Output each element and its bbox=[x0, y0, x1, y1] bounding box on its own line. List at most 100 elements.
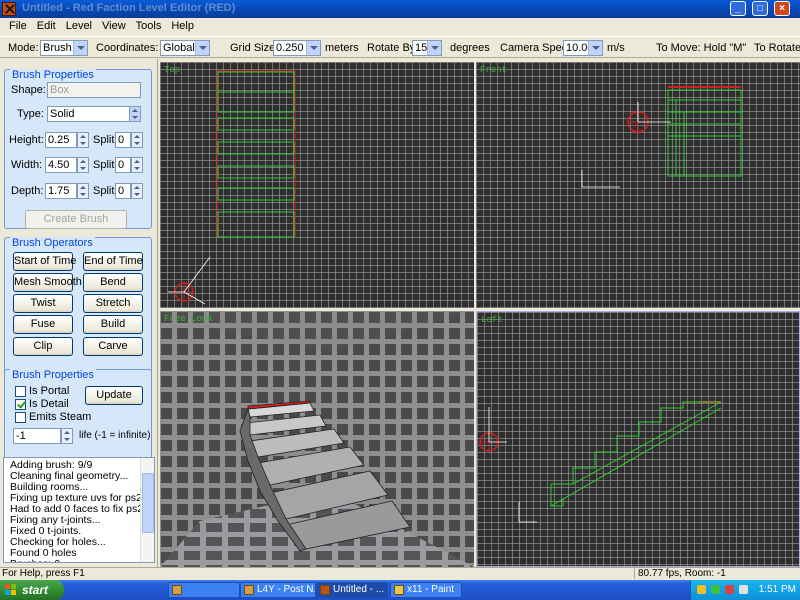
width-spinner[interactable] bbox=[77, 157, 89, 173]
tray-icon[interactable] bbox=[725, 585, 734, 594]
type-select[interactable]: Solid bbox=[47, 106, 141, 122]
height-label: Height: bbox=[9, 134, 44, 146]
maximize-button[interactable]: □ bbox=[752, 1, 768, 16]
is-detail-label: Is Detail bbox=[29, 398, 69, 410]
mode-value: Brush bbox=[43, 42, 72, 54]
camera-marker-icon bbox=[479, 407, 507, 452]
menu-view[interactable]: View bbox=[97, 18, 131, 36]
taskbar-item-editor[interactable]: Untitled - ... bbox=[316, 582, 388, 598]
mode-label: Mode: bbox=[8, 42, 39, 54]
mode-select[interactable]: Brush bbox=[40, 40, 88, 56]
chevron-down-icon[interactable] bbox=[73, 41, 87, 55]
chevron-down-icon[interactable] bbox=[129, 106, 141, 122]
build-log[interactable]: Adding brush: 9/9 Cleaning final geometry… bbox=[3, 457, 155, 563]
log-scrollbar[interactable] bbox=[140, 458, 154, 562]
life-spinner[interactable] bbox=[61, 428, 73, 444]
rotate-by-select[interactable]: 15 bbox=[412, 40, 442, 56]
camera-speed-select[interactable]: 10.00 bbox=[563, 40, 603, 56]
viewport-left[interactable]: Left bbox=[476, 311, 800, 567]
chevron-down-icon[interactable] bbox=[306, 41, 320, 55]
is-detail-checkbox[interactable] bbox=[15, 399, 26, 410]
coordinates-select[interactable]: Global bbox=[160, 40, 210, 56]
tray-icon[interactable] bbox=[739, 585, 748, 594]
top-view-geometry bbox=[168, 70, 296, 305]
app-icon bbox=[172, 585, 182, 595]
update-button[interactable]: Update bbox=[85, 386, 143, 405]
level-editor-window: Untitled - Red Faction Level Editor (RED… bbox=[0, 0, 800, 600]
app-logo-icon[interactable] bbox=[2, 2, 16, 16]
is-portal-label: Is Portal bbox=[29, 385, 70, 397]
split-depth-spinner[interactable] bbox=[131, 183, 143, 199]
split-height-input[interactable]: 0 bbox=[115, 132, 131, 148]
fuse-button[interactable]: Fuse bbox=[13, 315, 73, 334]
shape-select[interactable]: Box bbox=[47, 82, 141, 98]
camera-marker-icon bbox=[168, 256, 211, 305]
front-view-geometry bbox=[581, 86, 742, 188]
twist-button[interactable]: Twist bbox=[13, 294, 73, 313]
scrollbar-thumb[interactable] bbox=[142, 473, 154, 533]
system-tray: 1:51 PM bbox=[690, 580, 800, 600]
width-input[interactable]: 4.50 bbox=[45, 157, 77, 173]
start-label: start bbox=[22, 583, 49, 597]
emits-steam-label: Emits Steam bbox=[29, 411, 92, 423]
rotate-by-label: Rotate By: bbox=[367, 42, 419, 54]
bend-button[interactable]: Bend bbox=[83, 273, 143, 292]
start-of-time-button[interactable]: Start of Time bbox=[13, 252, 76, 271]
brush-properties-group: Brush Properties Shape: Box Type: Solid … bbox=[4, 69, 152, 229]
title-bar[interactable]: Untitled - Red Faction Level Editor (RED… bbox=[0, 0, 800, 18]
close-button[interactable]: × bbox=[774, 1, 790, 16]
stair-brushes bbox=[217, 71, 295, 238]
grid-size-select[interactable]: 0.250 bbox=[273, 40, 321, 56]
split-width-spinner[interactable] bbox=[131, 157, 143, 173]
free-look-render bbox=[160, 311, 474, 567]
viewport-front[interactable]: Front bbox=[476, 62, 800, 308]
status-fps: 80.77 fps, Room: -1 bbox=[634, 568, 800, 579]
menu-tools[interactable]: Tools bbox=[131, 18, 167, 36]
depth-label: Depth: bbox=[11, 185, 44, 197]
clip-button[interactable]: Clip bbox=[13, 337, 73, 356]
menu-file[interactable]: File bbox=[4, 18, 32, 36]
split-height-spinner[interactable] bbox=[131, 132, 143, 148]
create-brush-button[interactable]: Create Brush bbox=[25, 210, 127, 229]
chevron-down-icon[interactable] bbox=[588, 41, 602, 55]
chevron-down-icon[interactable] bbox=[427, 41, 441, 55]
brush-operators-title: Brush Operators bbox=[10, 237, 95, 249]
mesh-smooth-button[interactable]: Mesh Smooth bbox=[13, 273, 82, 292]
windows-logo-icon bbox=[5, 584, 17, 596]
carve-button[interactable]: Carve bbox=[83, 337, 143, 356]
viewport-free-look[interactable]: Free Look bbox=[160, 311, 474, 567]
viewport-free-look-label: Free Look bbox=[164, 314, 213, 324]
build-button[interactable]: Build bbox=[83, 315, 143, 334]
life-input[interactable]: -1 bbox=[13, 428, 61, 444]
menu-edit[interactable]: Edit bbox=[32, 18, 61, 36]
grid-size-unit: meters bbox=[325, 42, 359, 54]
split-width-input[interactable]: 0 bbox=[115, 157, 131, 173]
minimize-button[interactable]: _ bbox=[730, 1, 746, 16]
toolbar: Mode: Brush Coordinates: Global Grid Siz… bbox=[0, 36, 800, 58]
viewport-top[interactable]: Top bbox=[160, 62, 474, 308]
start-button[interactable]: start bbox=[0, 580, 64, 600]
is-portal-checkbox[interactable] bbox=[15, 386, 26, 397]
depth-spinner[interactable] bbox=[77, 183, 89, 199]
end-of-time-button[interactable]: End of Time bbox=[83, 252, 143, 271]
taskbar-item-paint[interactable]: x11 - Paint bbox=[390, 582, 462, 598]
height-input[interactable]: 0.25 bbox=[45, 132, 77, 148]
height-spinner[interactable] bbox=[77, 132, 89, 148]
emits-steam-checkbox[interactable] bbox=[15, 412, 26, 423]
chevron-down-icon[interactable] bbox=[195, 41, 209, 55]
brush-panel: Brush Properties Shape: Box Type: Solid … bbox=[0, 59, 158, 567]
tray-icon[interactable] bbox=[711, 585, 720, 594]
stretch-button[interactable]: Stretch bbox=[83, 294, 143, 313]
menu-level[interactable]: Level bbox=[61, 18, 97, 36]
taskbar-item-1[interactable] bbox=[168, 582, 240, 598]
menu-help[interactable]: Help bbox=[166, 18, 199, 36]
grid-size-label: Grid Size: bbox=[230, 42, 279, 54]
depth-input[interactable]: 1.75 bbox=[45, 183, 77, 199]
taskbar-item-post[interactable]: L4Y - Post N... bbox=[240, 582, 316, 598]
brush-properties-title: Brush Properties bbox=[10, 69, 96, 81]
tray-icon[interactable] bbox=[697, 585, 706, 594]
stair-brushes bbox=[550, 401, 722, 507]
split-depth-input[interactable]: 0 bbox=[115, 183, 131, 199]
camera-speed-unit: m/s bbox=[607, 42, 625, 54]
type-value: Solid bbox=[50, 108, 75, 120]
